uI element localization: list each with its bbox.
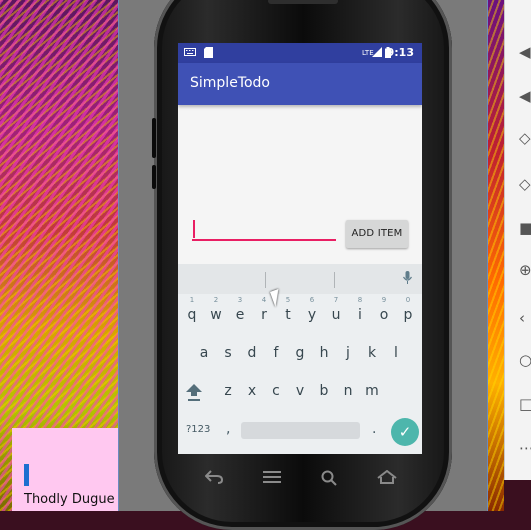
key-i[interactable]: i xyxy=(348,303,372,327)
side-button[interactable] xyxy=(152,165,156,189)
back-icon[interactable] xyxy=(204,470,224,488)
key-z[interactable]: z xyxy=(216,379,240,403)
volume-down-icon[interactable]: ◀ xyxy=(519,88,531,104)
emulator-window: LTE 9:13 SimpleTodo ADD ITEM q 1 w 2 e 3… xyxy=(118,0,488,530)
key-g[interactable]: g xyxy=(288,341,312,365)
emulator-control-panel: ◀ ◀ ◇ ◇ ■ ⊕ ‹ ○ □ ⋯ xyxy=(504,0,531,480)
home-icon[interactable] xyxy=(377,469,397,488)
key-m[interactable]: m xyxy=(360,379,384,403)
shift-icon xyxy=(186,382,202,400)
search-icon[interactable] xyxy=(321,470,337,490)
key-t[interactable]: t xyxy=(276,303,300,327)
keyboard-row-2: asdfghjkl xyxy=(178,341,422,365)
new-item-input[interactable] xyxy=(192,217,336,239)
key-p[interactable]: p xyxy=(396,303,420,327)
comma-key[interactable]: , xyxy=(226,421,230,437)
overview-icon[interactable]: □ xyxy=(519,396,531,412)
back-icon[interactable]: ‹ xyxy=(519,310,531,326)
suggestion-divider xyxy=(334,272,335,288)
todo-list[interactable] xyxy=(178,105,422,211)
key-hint-7: 7 xyxy=(333,296,339,304)
enter-key[interactable]: ✓ xyxy=(391,418,419,446)
more-icon[interactable]: ⋯ xyxy=(519,440,531,456)
status-time: 9:13 xyxy=(386,46,414,59)
desktop-wallpaper-right xyxy=(486,0,504,511)
symbols-key[interactable]: ?123 xyxy=(186,424,210,435)
phone-screen: LTE 9:13 SimpleTodo ADD ITEM q 1 w 2 e 3… xyxy=(178,43,422,454)
key-k[interactable]: k xyxy=(360,341,384,365)
rotate-right-icon[interactable]: ◇ xyxy=(519,176,531,192)
keyboard-row-1: q1w2e3r4t5y6u7i8o9p0 xyxy=(178,296,422,327)
home-icon[interactable]: ○ xyxy=(519,352,531,368)
key-hint-3: 3 xyxy=(237,296,243,304)
soft-keyboard: q1w2e3r4t5y6u7i8o9p0 asdfghjkl zxcvbnm ×… xyxy=(178,264,422,454)
backspace-key[interactable]: × xyxy=(390,379,420,403)
key-y[interactable]: y xyxy=(300,303,324,327)
key-u[interactable]: u xyxy=(324,303,348,327)
key-j[interactable]: j xyxy=(336,341,360,365)
keyboard-row-4: ?123 , . ✓ xyxy=(178,418,422,446)
camera-icon[interactable]: ■ xyxy=(519,220,531,236)
key-n[interactable]: n xyxy=(336,379,360,403)
shift-key[interactable] xyxy=(178,379,208,403)
key-f[interactable]: f xyxy=(264,341,288,365)
volume-rocker[interactable] xyxy=(152,118,156,158)
menu-icon[interactable] xyxy=(263,470,281,488)
volume-up-icon[interactable]: ◀ xyxy=(519,44,531,60)
period-key[interactable]: . xyxy=(372,421,376,437)
key-b[interactable]: b xyxy=(312,379,336,403)
key-w[interactable]: w xyxy=(204,303,228,327)
app-bar: SimpleTodo xyxy=(178,63,422,105)
key-q[interactable]: q xyxy=(180,303,204,327)
shift-underline xyxy=(188,399,200,401)
key-o[interactable]: o xyxy=(372,303,396,327)
key-l[interactable]: l xyxy=(384,341,408,365)
zoom-icon[interactable]: ⊕ xyxy=(519,262,531,278)
key-a[interactable]: a xyxy=(192,341,216,365)
key-r[interactable]: r xyxy=(252,303,276,327)
key-hint-8: 8 xyxy=(357,296,363,304)
key-e[interactable]: e xyxy=(228,303,252,327)
key-v[interactable]: v xyxy=(288,379,312,403)
input-underline xyxy=(192,239,336,241)
signal-icon xyxy=(372,47,382,59)
key-hint-0: 0 xyxy=(405,296,411,304)
rotate-left-icon[interactable]: ◇ xyxy=(519,130,531,146)
key-s[interactable]: s xyxy=(216,341,240,365)
microphone-icon[interactable] xyxy=(403,271,412,289)
check-icon: ✓ xyxy=(398,423,412,441)
suggestion-strip[interactable] xyxy=(178,264,422,294)
earpiece-speaker xyxy=(268,0,338,4)
note-text: Thodly Dugue xyxy=(24,492,115,507)
key-x[interactable]: x xyxy=(240,379,264,403)
space-bar[interactable] xyxy=(241,422,360,439)
keyboard-row-3: zxcvbnm × xyxy=(178,379,422,403)
suggestion-divider xyxy=(265,272,266,288)
sticky-note[interactable]: Thodly Dugue xyxy=(12,428,118,511)
key-d[interactable]: d xyxy=(240,341,264,365)
key-h[interactable]: h xyxy=(312,341,336,365)
key-hint-1: 1 xyxy=(189,296,195,304)
note-accent-bar xyxy=(24,464,29,486)
status-bar: LTE 9:13 xyxy=(178,43,422,63)
app-title: SimpleTodo xyxy=(190,75,270,91)
keyboard-icon xyxy=(184,47,196,59)
key-hint-2: 2 xyxy=(213,296,219,304)
add-item-button[interactable]: ADD ITEM xyxy=(346,220,408,248)
key-hint-6: 6 xyxy=(309,296,315,304)
sim-icon xyxy=(204,47,213,59)
key-hint-9: 9 xyxy=(381,296,387,304)
key-c[interactable]: c xyxy=(264,379,288,403)
